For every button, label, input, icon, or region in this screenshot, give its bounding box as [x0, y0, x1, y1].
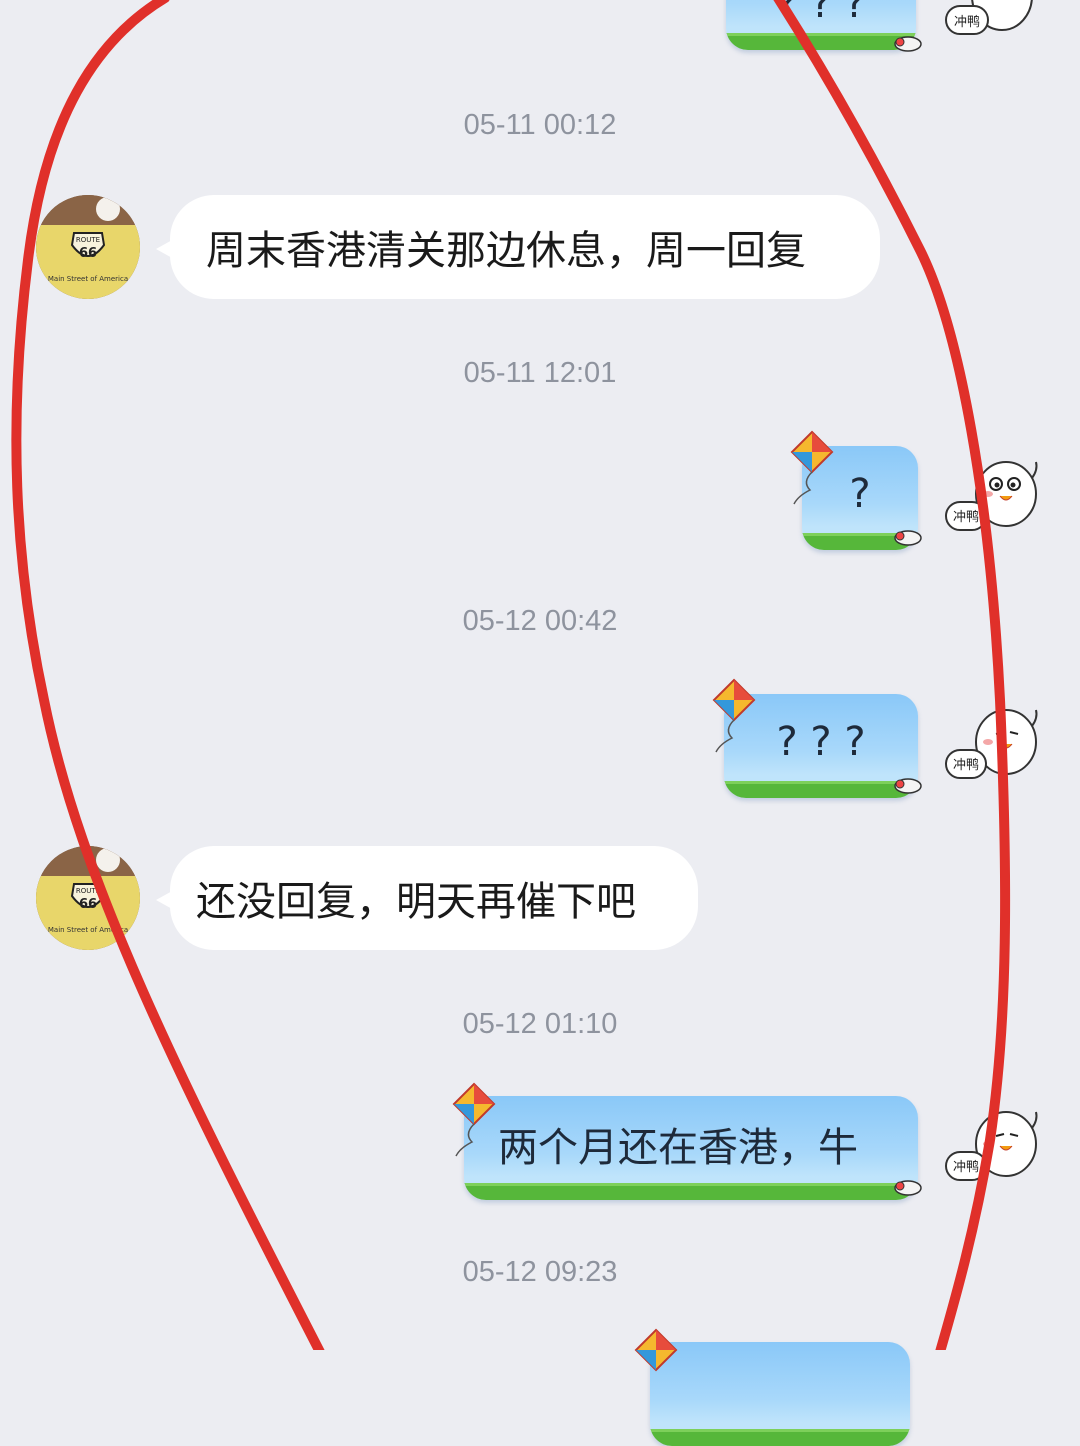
- seal-icon: [894, 36, 922, 52]
- kite-icon: [634, 1328, 678, 1372]
- timestamp-text: 05-12 00:42: [462, 605, 618, 637]
- seal-icon: [894, 530, 922, 546]
- timestamp-text: 05-12 09:23: [462, 1256, 618, 1288]
- timestamp: 05-11 12:01: [0, 355, 1080, 391]
- outgoing-message[interactable]: ? ? ?: [726, 0, 916, 50]
- route66-avatar-image: ROUTE 66 Main Street of America: [36, 846, 140, 950]
- duck-avatar[interactable]: 冲鸭: [940, 458, 1040, 550]
- kite-icon: [452, 1082, 496, 1157]
- message-text: ? ? ?: [776, 0, 866, 27]
- outgoing-message[interactable]: 两个月还在香港，牛: [464, 1096, 918, 1200]
- badge-caption: Main Street of America: [48, 926, 128, 934]
- timestamp: 05-11 00:12: [0, 107, 1080, 143]
- badge-sign: ROUTE: [76, 887, 100, 895]
- duck-label: 冲鸭: [953, 510, 979, 525]
- badge-caption: Main Street of America: [48, 275, 128, 283]
- outgoing-message-partial[interactable]: [650, 1342, 910, 1446]
- duck-label: 冲鸭: [953, 758, 979, 773]
- duck-avatar[interactable]: 冲鸭: [940, 706, 1040, 798]
- timestamp: 05-12 01:10: [0, 1006, 1080, 1042]
- duck-avatar[interactable]: 冲鸭: [940, 1108, 1040, 1200]
- timestamp-text: 05-11 00:12: [463, 109, 617, 141]
- badge-number: 66: [79, 897, 97, 912]
- duck-label: 冲鸭: [954, 15, 980, 30]
- timestamp-text: 05-12 01:10: [462, 1008, 618, 1040]
- contact-avatar[interactable]: ROUTE 66 Main Street of America: [36, 195, 140, 299]
- contact-avatar[interactable]: ROUTE 66 Main Street of America: [36, 846, 140, 950]
- bubble-grass-decoration: [464, 1183, 918, 1200]
- badge-sign: ROUTE: [76, 236, 100, 244]
- message-text: ? ? ?: [776, 719, 866, 765]
- timestamp: 05-12 09:23: [0, 1254, 1080, 1290]
- kite-icon: [712, 678, 756, 753]
- message-text: 周末香港清关那边休息，周一回复: [206, 228, 806, 274]
- route66-avatar-image: ROUTE 66 Main Street of America: [36, 195, 140, 299]
- incoming-message[interactable]: 还没回复，明天再催下吧: [156, 846, 698, 950]
- duck-avatar[interactable]: 冲鸭: [940, 0, 1040, 52]
- message-text: 还没回复，明天再催下吧: [196, 879, 636, 925]
- chat-thread: ? ? ? 冲鸭 05-11 00:12 ROUTE 66 Main Stree…: [0, 0, 1080, 1446]
- bubble-grass-decoration: [650, 1429, 910, 1446]
- badge-number: 66: [79, 246, 97, 261]
- bubble-grass-decoration: [724, 781, 918, 798]
- bubble-grass-decoration: [726, 33, 916, 50]
- message-text: 两个月还在香港，牛: [498, 1125, 858, 1171]
- kite-icon: [790, 430, 834, 505]
- seal-icon: [894, 778, 922, 794]
- seal-icon: [894, 1180, 922, 1196]
- incoming-message[interactable]: 周末香港清关那边休息，周一回复: [156, 195, 880, 299]
- message-text: ?: [849, 471, 871, 517]
- timestamp: 05-12 00:42: [0, 603, 1080, 639]
- duck-label: 冲鸭: [953, 1160, 979, 1175]
- timestamp-text: 05-11 12:01: [463, 357, 617, 389]
